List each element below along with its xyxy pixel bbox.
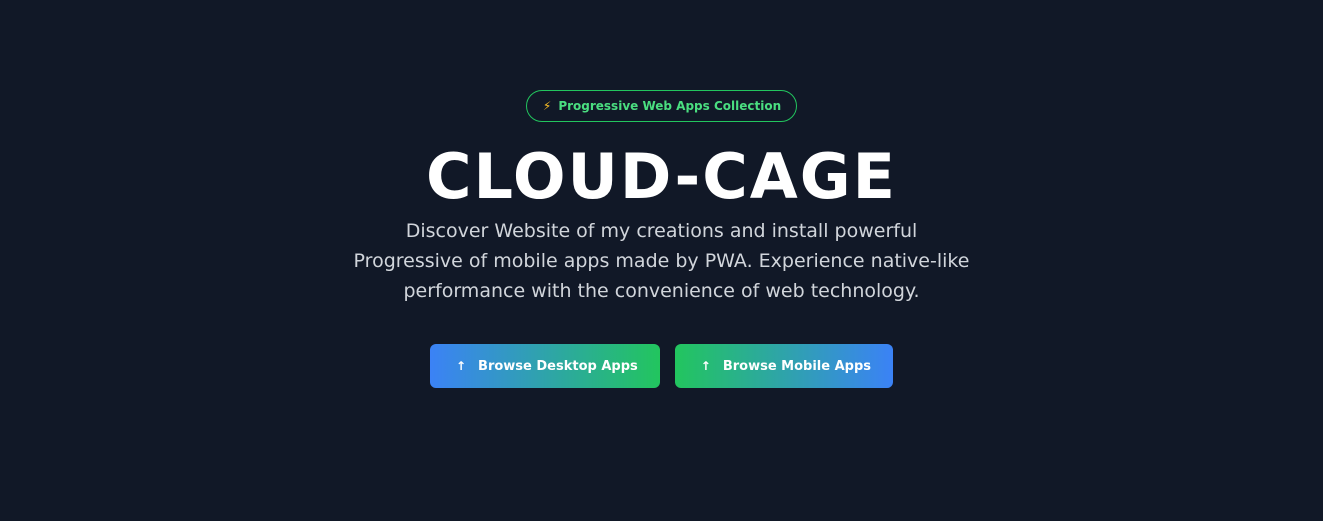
browse-desktop-apps-button[interactable]: ↑ Browse Desktop Apps bbox=[429, 344, 660, 388]
hero-section: ⚡ Progressive Web Apps Collection CLOUD-… bbox=[0, 0, 1323, 521]
arrow-up-icon: ↑ bbox=[700, 359, 711, 373]
badge-label: Progressive Web Apps Collection bbox=[558, 99, 782, 113]
arrow-up-icon: ↑ bbox=[455, 359, 467, 373]
collection-badge: ⚡ Progressive Web Apps Collection bbox=[525, 90, 798, 122]
browse-mobile-apps-label: Browse Mobile Apps bbox=[722, 358, 872, 374]
browse-mobile-apps-button[interactable]: ↑ Browse Mobile Apps bbox=[674, 344, 894, 388]
lightning-icon: ⚡ bbox=[542, 99, 552, 113]
hero-actions: ↑ Browse Desktop Apps ↑ Browse Mobile Ap… bbox=[429, 344, 894, 388]
hero-description: Discover Website of my creations and ins… bbox=[353, 220, 970, 302]
browse-desktop-apps-label: Browse Desktop Apps bbox=[478, 358, 638, 374]
page-title: CLOUD-CAGE bbox=[426, 140, 897, 213]
